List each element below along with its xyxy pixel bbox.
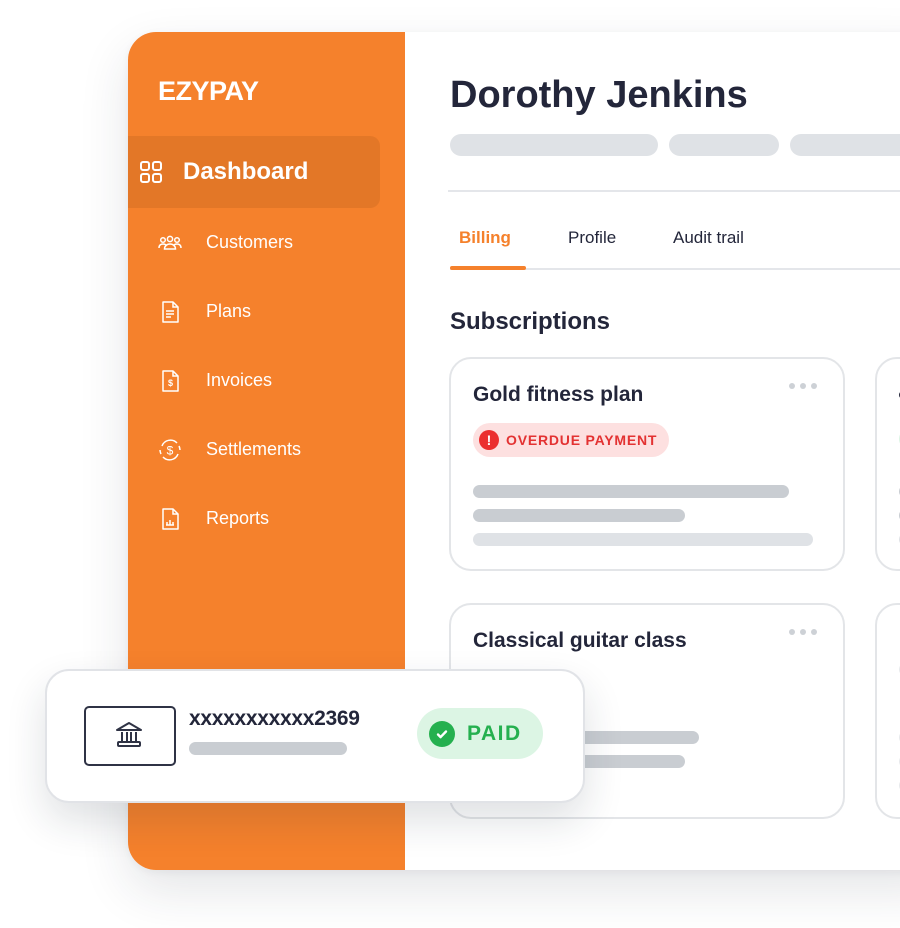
sidebar-item-reports[interactable]: Reports	[158, 504, 388, 534]
more-options-icon[interactable]	[789, 383, 817, 389]
placeholder-pill	[669, 134, 779, 156]
placeholder-pill	[790, 134, 900, 156]
tab-billing[interactable]: Billing	[459, 228, 511, 248]
bank-icon	[116, 722, 142, 747]
tab-profile[interactable]: Profile	[568, 228, 616, 248]
status-badge-overdue: ! OVERDUE PAYMENT	[473, 423, 670, 457]
check-circle-icon	[429, 720, 455, 747]
sidebar-item-invoices[interactable]: $ Invoices	[158, 366, 388, 396]
invoice-dollar-icon: $	[162, 370, 179, 392]
status-badge-text: PAID	[467, 721, 522, 745]
subscriptions-heading: Subscriptions	[450, 308, 611, 335]
document-icon	[162, 301, 179, 323]
subscription-card[interactable]	[875, 357, 900, 571]
sidebar-item-dashboard[interactable]: Dashboard	[128, 136, 380, 208]
placeholder-line	[473, 509, 685, 522]
subscription-card[interactable]	[875, 603, 900, 819]
placeholder-line	[189, 742, 347, 755]
sidebar-item-label: Customers	[206, 232, 294, 252]
sidebar-item-label: Plans	[206, 301, 252, 321]
placeholder-line	[473, 485, 789, 498]
svg-text:$: $	[168, 378, 173, 388]
brand-logo: EZYPAY	[158, 76, 259, 106]
svg-text:$: $	[167, 444, 174, 458]
active-tab-indicator	[450, 266, 526, 270]
sidebar-item-customers[interactable]: Customers	[158, 228, 388, 258]
customer-name: Dorothy Jenkins	[450, 74, 748, 116]
sidebar-item-label: Dashboard	[183, 158, 309, 185]
bank-icon-box	[84, 706, 176, 766]
subscription-name: Gold fitness plan	[473, 383, 644, 406]
sidebar-item-label: Settlements	[206, 439, 302, 459]
alert-icon: !	[479, 430, 499, 450]
sidebar-item-plans[interactable]: Plans	[158, 297, 388, 327]
dashboard-grid-icon	[140, 161, 162, 183]
sidebar-item-label: Invoices	[206, 370, 273, 390]
subscription-name: Classical guitar class	[473, 629, 687, 652]
placeholder-line	[473, 533, 813, 546]
subscription-card[interactable]: Gold fitness plan ! OVERDUE PAYMENT	[449, 357, 845, 571]
sidebar-item-label: Reports	[206, 508, 270, 528]
account-number: xxxxxxxxxxx2369	[189, 707, 360, 730]
tab-audit-trail[interactable]: Audit trail	[673, 228, 744, 248]
payment-method-card[interactable]: xxxxxxxxxxx2369 PAID	[45, 669, 585, 803]
dollar-cycle-icon: $	[159, 439, 181, 461]
sidebar-item-settlements[interactable]: $ Settlements	[158, 435, 388, 465]
divider	[448, 190, 900, 192]
users-icon	[158, 235, 182, 250]
status-badge-text: OVERDUE PAYMENT	[506, 432, 658, 448]
more-options-icon[interactable]	[789, 629, 817, 635]
status-badge-paid: PAID	[417, 708, 543, 759]
report-chart-icon	[162, 508, 179, 530]
placeholder-pill	[450, 134, 658, 156]
